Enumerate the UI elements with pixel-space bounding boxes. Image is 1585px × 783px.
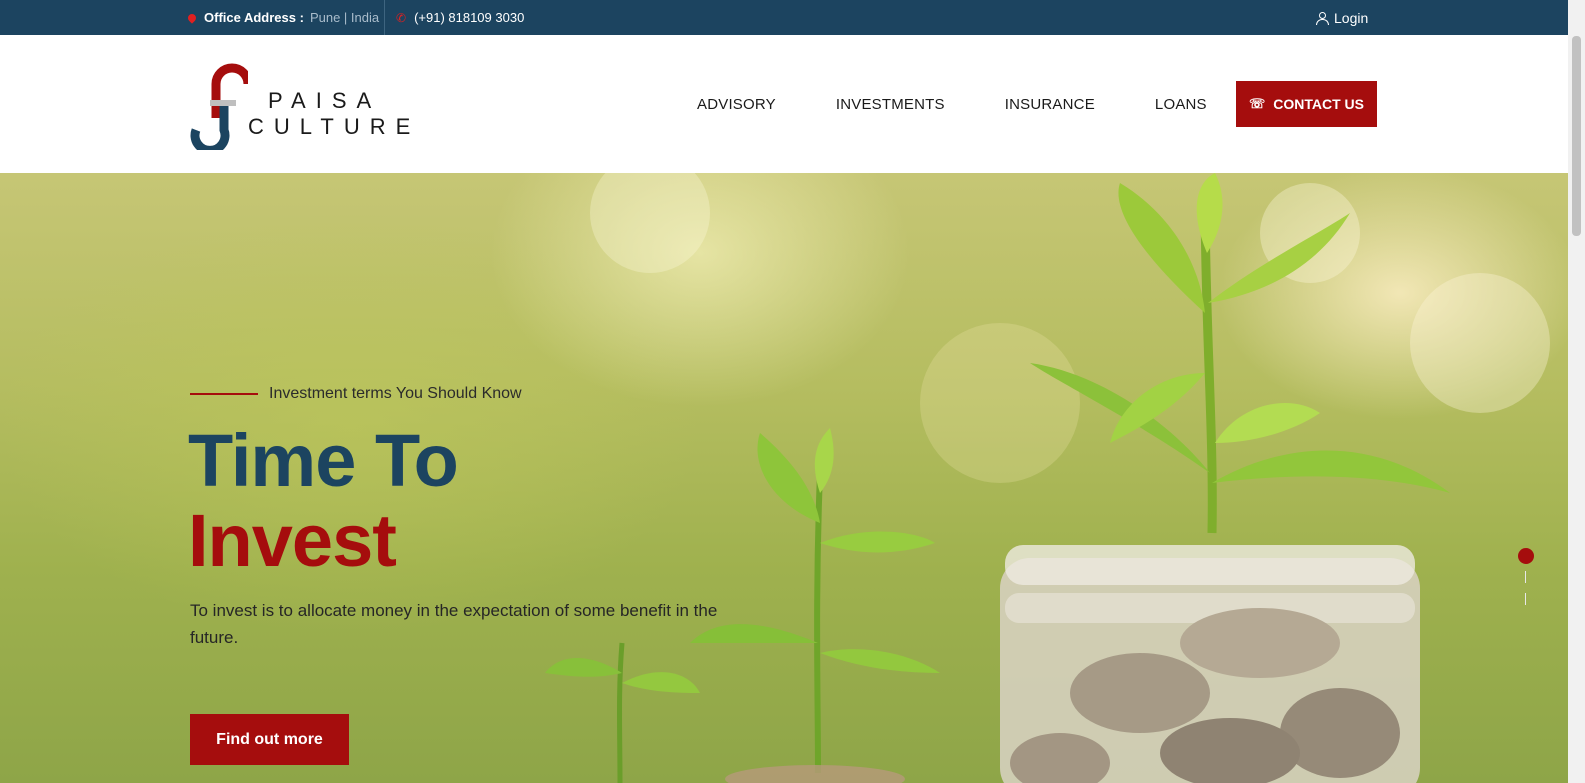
login-link[interactable]: Login <box>1316 0 1368 35</box>
logo-wordmark: PAISA CULTURE <box>248 88 420 140</box>
hero-description: To invest is to allocate money in the ex… <box>190 601 718 647</box>
phone-number[interactable]: ✆ (+91) 818109 3030 <box>396 0 524 35</box>
phone-icon: ✆ <box>396 10 407 25</box>
eyebrow-accent-line <box>190 393 258 395</box>
hero-section: Investment terms You Should Know Time To… <box>0 173 1568 783</box>
hero-eyebrow: Investment terms You Should Know <box>190 385 522 403</box>
nav-advisory[interactable]: ADVISORY <box>697 96 776 113</box>
nav-loans[interactable]: LOANS <box>1155 96 1207 113</box>
slide-dot-3[interactable] <box>1525 593 1526 605</box>
slider-pagination <box>1518 548 1534 608</box>
user-icon <box>1316 11 1329 25</box>
login-label: Login <box>1334 9 1369 26</box>
logo-line-2: CULTURE <box>248 114 421 139</box>
location-pin-icon <box>186 11 198 24</box>
slide-dot-active[interactable] <box>1518 548 1534 564</box>
main-nav: ADVISORY INVESTMENTS INSURANCE LOANS <box>697 35 1267 173</box>
nav-investments[interactable]: INVESTMENTS <box>836 96 945 113</box>
nav-insurance[interactable]: INSURANCE <box>1005 96 1095 113</box>
topbar-divider <box>384 0 385 35</box>
logo-mark-icon <box>190 63 248 150</box>
hero-title-line-1: Time To <box>188 419 459 502</box>
office-address: Office Address : Pune | India <box>186 0 380 35</box>
site-header: PAISA CULTURE ADVISORY INVESTMENTS INSUR… <box>0 35 1568 173</box>
find-out-more-button[interactable]: Find out more <box>190 714 349 765</box>
slide-dot-2[interactable] <box>1525 571 1526 583</box>
scrollbar-thumb[interactable] <box>1572 36 1581 236</box>
office-address-label: Office Address : <box>204 10 304 25</box>
contact-us-label: CONTACT US <box>1273 96 1364 112</box>
contact-us-button[interactable]: ☏ CONTACT US <box>1236 81 1377 127</box>
phone-number-text: (+91) 818109 3030 <box>414 10 525 25</box>
top-info-bar: Office Address : Pune | India ✆ (+91) 81… <box>0 0 1568 35</box>
hero-eyebrow-text: Investment terms You Should Know <box>269 385 522 402</box>
logo-line-1: PAISA <box>268 88 382 113</box>
paisa-culture-logo[interactable]: PAISA CULTURE <box>188 62 438 150</box>
phone-call-icon: ☏ <box>1249 96 1266 111</box>
office-address-value: Pune | India <box>309 10 380 25</box>
hero-title-line-2: Invest <box>188 499 397 582</box>
page-scrollbar[interactable] <box>1568 0 1585 783</box>
